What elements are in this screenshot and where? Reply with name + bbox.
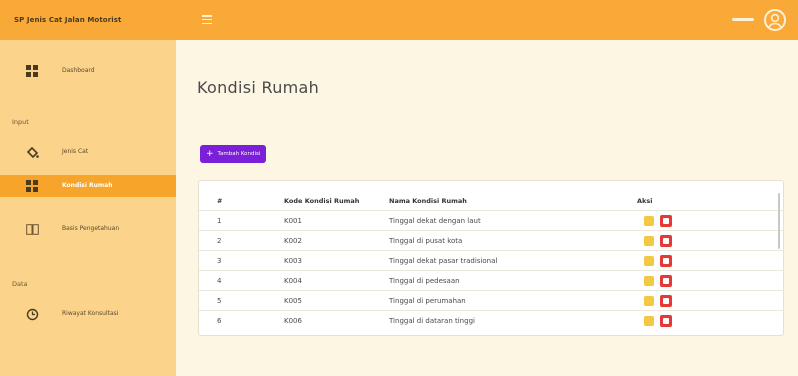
user-avatar-icon[interactable]	[764, 9, 786, 31]
page-title: Kondisi Rumah	[197, 78, 320, 97]
table-row: 3 K003 Tinggal dekat pasar tradisional	[199, 251, 785, 271]
row-number: 2	[217, 237, 222, 245]
row-name: Tinggal di pusat kota	[389, 237, 463, 245]
row-number: 4	[217, 277, 222, 285]
row-code: K006	[284, 317, 302, 325]
edit-button[interactable]	[644, 276, 654, 286]
table-row: 4 K004 Tinggal di pedesaan	[199, 271, 785, 291]
delete-button[interactable]	[660, 275, 672, 287]
row-name: Tinggal dekat dengan laut	[389, 217, 481, 225]
row-name: Tinggal di dataran tinggi	[389, 317, 475, 325]
add-kondisi-label: Tambah Kondisi	[217, 151, 261, 157]
plus-icon: +	[206, 148, 214, 159]
sidebar-item-label: Jenis Cat	[62, 148, 89, 155]
sidebar-item-label: Basis Pengetahuan	[62, 225, 120, 232]
delete-button[interactable]	[660, 235, 672, 247]
row-number: 1	[217, 217, 222, 225]
header-code: Kode Kondisi Rumah	[284, 197, 360, 205]
row-code: K002	[284, 237, 302, 245]
header-number: #	[217, 197, 223, 205]
house-condition-icon	[25, 179, 39, 193]
section-heading-data: Data	[12, 280, 28, 288]
sidebar-item-label: Dashboard	[62, 67, 95, 74]
row-code: K004	[284, 277, 302, 285]
row-name: Tinggal di perumahan	[389, 297, 466, 305]
main-content: Kondisi Rumah + Tambah Kondisi # Kode Ko…	[176, 40, 798, 376]
row-number: 6	[217, 317, 222, 325]
sidebar-item-basis-pengetahuan[interactable]: Basis Pengetahuan	[0, 218, 176, 240]
edit-button[interactable]	[644, 296, 654, 306]
table-row: 6 K006 Tinggal di dataran tinggi	[199, 311, 785, 331]
row-number: 3	[217, 257, 222, 265]
table-row: 5 K005 Tinggal di perumahan	[199, 291, 785, 311]
dashboard-icon	[25, 64, 39, 78]
edit-button[interactable]	[644, 256, 654, 266]
table-header-row: # Kode Kondisi Rumah Nama Kondisi Rumah …	[199, 191, 785, 211]
sidebar-item-jenis-cat[interactable]: Jenis Cat	[0, 141, 176, 163]
table-row: 2 K002 Tinggal di pusat kota	[199, 231, 785, 251]
row-code: K001	[284, 217, 302, 225]
sidebar-item-riwayat-konsultasi[interactable]: Riwayat Konsultasi	[0, 303, 176, 325]
app-title: SP Jenis Cat Jalan Motorist	[0, 0, 176, 40]
row-name: Tinggal di pedesaan	[389, 277, 460, 285]
row-number: 5	[217, 297, 222, 305]
header-name: Nama Kondisi Rumah	[389, 197, 467, 205]
delete-button[interactable]	[660, 255, 672, 267]
delete-button[interactable]	[660, 315, 672, 327]
paint-bucket-icon	[25, 145, 39, 159]
top-bar	[176, 0, 798, 40]
sidebar-item-label: Riwayat Konsultasi	[62, 310, 119, 317]
header-action: Aksi	[637, 197, 653, 205]
user-name[interactable]	[732, 18, 754, 21]
delete-button[interactable]	[660, 215, 672, 227]
kondisi-table: # Kode Kondisi Rumah Nama Kondisi Rumah …	[198, 180, 785, 336]
add-kondisi-button[interactable]: + Tambah Kondisi	[200, 145, 267, 163]
book-icon	[25, 222, 39, 236]
edit-button[interactable]	[644, 316, 654, 326]
sidebar-item-label: Kondisi Rumah	[62, 182, 113, 189]
sidebar-item-dashboard[interactable]: Dashboard	[0, 60, 176, 82]
table-scrollbar[interactable]	[778, 193, 780, 249]
menu-icon[interactable]	[202, 15, 212, 25]
table-row: 1 K001 Tinggal dekat dengan laut	[199, 211, 785, 231]
edit-button[interactable]	[644, 236, 654, 246]
sidebar-item-kondisi-rumah[interactable]: Kondisi Rumah	[0, 175, 176, 197]
section-heading-input: Input	[12, 118, 29, 126]
sidebar: SP Jenis Cat Jalan Motorist Dashboard In…	[0, 0, 176, 376]
edit-button[interactable]	[644, 216, 654, 226]
history-icon	[25, 307, 39, 321]
row-code: K003	[284, 257, 302, 265]
delete-button[interactable]	[660, 295, 672, 307]
row-name: Tinggal dekat pasar tradisional	[389, 257, 498, 265]
row-code: K005	[284, 297, 302, 305]
